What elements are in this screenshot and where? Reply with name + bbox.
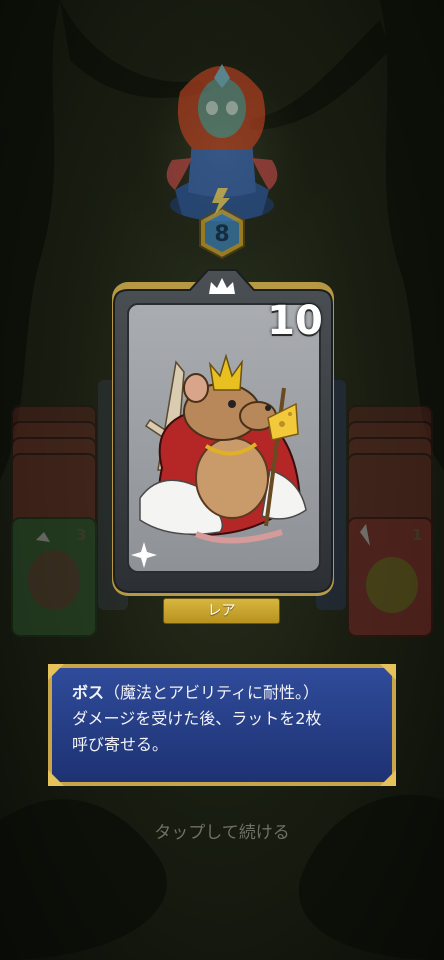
card-reveal-scene[interactable]: 10 8 3 1 レア ボス（魔法とアビリティに耐性。） ダメージを受けた後、ラ… bbox=[0, 0, 444, 960]
hero-level: 8 bbox=[214, 222, 230, 247]
ability-keyword: ボス bbox=[72, 683, 105, 702]
card-description: ボス（魔法とアビリティに耐性。） ダメージを受けた後、ラットを2枚 呼び寄せる。 bbox=[72, 680, 384, 758]
tap-to-continue[interactable]: タップして続ける bbox=[0, 818, 444, 843]
left-card-count: 3 bbox=[76, 526, 87, 544]
background-art bbox=[0, 0, 444, 960]
card-cost: 10 bbox=[267, 298, 323, 344]
rarity-badge: レア bbox=[163, 598, 280, 624]
right-card-count: 1 bbox=[412, 526, 423, 544]
description-line1: （魔法とアビリティに耐性。） bbox=[104, 683, 320, 702]
left-card-stack bbox=[11, 405, 97, 637]
right-card-stack bbox=[347, 405, 433, 637]
description-line2: ダメージを受けた後、ラットを2枚 bbox=[72, 709, 322, 728]
description-line3: 呼び寄せる。 bbox=[72, 735, 169, 754]
